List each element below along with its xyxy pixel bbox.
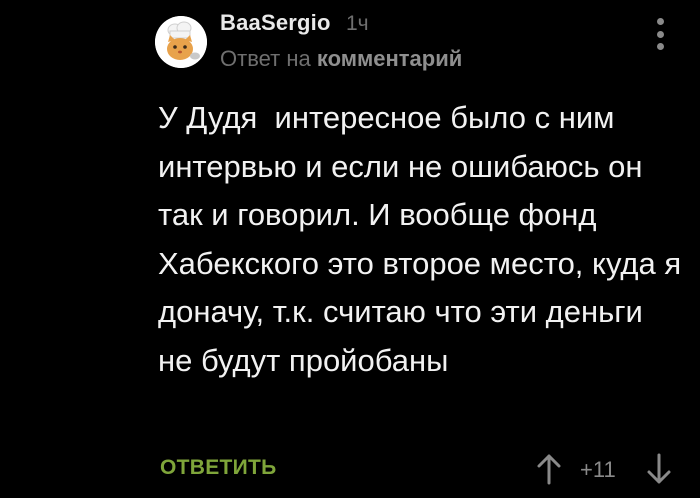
rating-count: +11 <box>580 457 616 482</box>
reply-button[interactable]: ОТВЕТИТЬ <box>160 456 277 480</box>
more-vertical-icon[interactable] <box>648 16 672 52</box>
avatar[interactable] <box>155 16 207 68</box>
reply-to-line: Ответ на комментарий <box>220 46 462 72</box>
avatar-image <box>155 16 207 68</box>
menu-dot <box>656 30 664 38</box>
arrow-down-icon[interactable] <box>644 452 674 486</box>
author-name[interactable]: BaaSergio <box>220 10 331 36</box>
reply-target-link[interactable]: комментарий <box>317 46 462 71</box>
reply-prefix: Ответ на <box>220 46 311 71</box>
comment-card: BaaSergio 1ч Ответ на комментарий У Дудя… <box>0 0 700 498</box>
comment-text: У Дудя интересное было с ним интервью и … <box>158 100 690 378</box>
menu-dot <box>656 18 664 25</box>
menu-dot <box>656 43 664 50</box>
comment-time: 1ч <box>346 12 369 35</box>
arrow-up-icon[interactable] <box>534 452 564 486</box>
